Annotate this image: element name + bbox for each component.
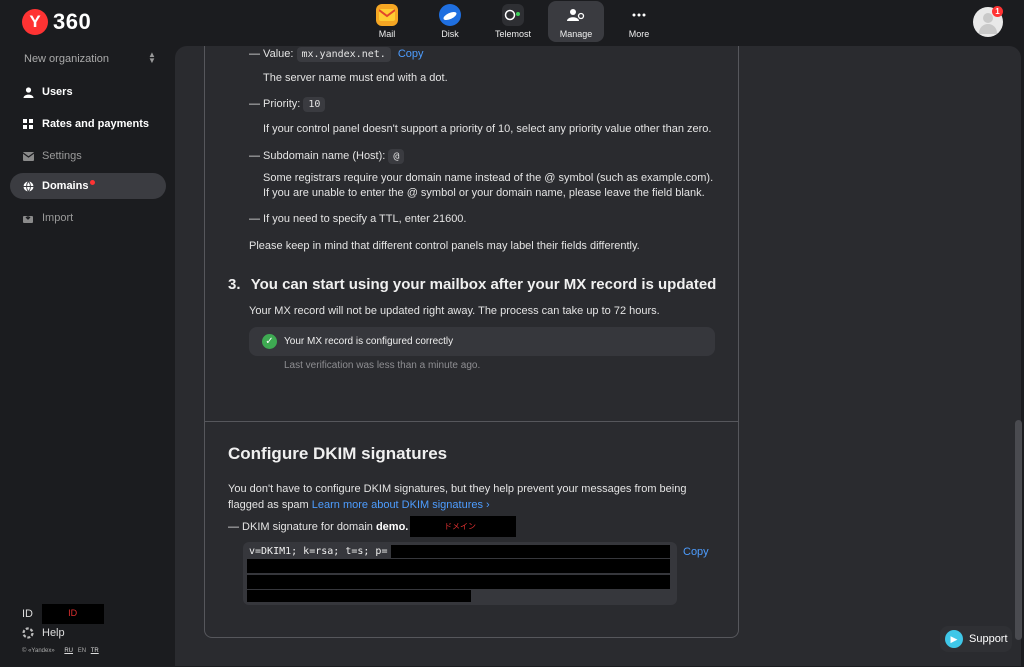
globe-icon: [22, 180, 34, 192]
notification-badge: 1: [992, 6, 1003, 17]
sidebar-item-import[interactable]: Import: [10, 205, 166, 231]
app-telemost-label: Telemost: [494, 29, 531, 39]
lang-ru[interactable]: RU: [64, 648, 73, 654]
mx-value-note: The server name must end with a dot.: [263, 72, 448, 84]
host-note-2: If you are unable to enter the @ symbol …: [263, 187, 705, 199]
manage-icon: [565, 4, 587, 26]
mx-value-label: — Value:: [249, 48, 294, 60]
host-note-1: Some registrars require your domain name…: [263, 172, 714, 184]
chevron-right-icon[interactable]: ›: [486, 499, 490, 511]
unread-dot: [90, 180, 96, 185]
sidebar-item-domains[interactable]: Domains: [10, 173, 166, 199]
app-manage[interactable]: Manage: [548, 1, 604, 42]
copyright: © «Yandex»: [22, 648, 55, 654]
step-3-heading: 3. You can start using your mailbox afte…: [228, 276, 716, 293]
host-row: — Subdomain name (Host): @: [249, 149, 405, 164]
import-icon: [22, 212, 34, 224]
chevron-updown-icon[interactable]: ▲ ▼: [148, 51, 156, 65]
sidebar-item-settings[interactable]: Settings: [10, 143, 166, 169]
dkim-key-redacted-1: [391, 545, 670, 558]
org-id-redacted: ID: [42, 604, 105, 624]
priority-value: 10: [303, 97, 326, 112]
priority-label: — Priority:: [249, 98, 301, 110]
step-number: 3.: [228, 276, 241, 293]
dkim-description-1: You don't have to configure DKIM signatu…: [228, 483, 687, 495]
app-more-label: More: [628, 29, 650, 39]
app-telemost[interactable]: Telemost: [485, 1, 541, 42]
dkim-description-2: flagged as spam Learn more about DKIM si…: [228, 499, 490, 511]
org-switcher-label[interactable]: New organization: [24, 53, 109, 65]
sidebar-item-users[interactable]: Users: [10, 79, 166, 105]
top-bar: Y 360 Mail Disk Telemost Manage More 1: [0, 0, 1024, 46]
learn-more-link[interactable]: Learn more about DKIM signatures: [312, 499, 483, 511]
mx-status-text: Your MX record is configured correctly: [284, 336, 454, 347]
sidebar: New organization ▲ ▼ Users Rates and paym…: [0, 46, 175, 667]
step-description: Your MX record will not be updated right…: [249, 305, 660, 317]
app-manage-label: Manage: [559, 29, 593, 39]
lang-en[interactable]: EN: [78, 648, 86, 654]
dkim-desc-2: flagged as spam: [228, 499, 309, 511]
sidebar-item-label: Users: [42, 86, 73, 98]
yandex-logo-icon: Y: [22, 9, 48, 35]
grid-icon: [22, 118, 34, 130]
dkim-domain-row: — DKIM signature for domain demo.: [228, 521, 408, 533]
sidebar-item-label: Settings: [42, 150, 82, 162]
app-mail[interactable]: Mail: [359, 1, 415, 42]
copy-mx-button[interactable]: Copy: [398, 48, 424, 60]
avatar-head-icon: [983, 13, 993, 23]
app-more[interactable]: More: [611, 1, 667, 42]
dkim-domain-prefix: demo.: [375, 521, 409, 533]
dkim-code-prefix: v=DKIM1; k=rsa; t=s; p=: [249, 546, 388, 557]
scrollbar[interactable]: [1015, 420, 1022, 640]
app-disk-label: Disk: [441, 29, 459, 39]
help-label: Help: [42, 627, 65, 639]
sidebar-item-label: Domains: [42, 180, 89, 192]
org-id-row: ID ID: [22, 604, 105, 624]
avatar-body-icon: [979, 24, 997, 34]
lang-tr[interactable]: TR: [91, 648, 99, 654]
domain-redacted-block: ドメイン: [410, 516, 516, 537]
support-play-icon: ▶: [945, 630, 963, 648]
last-verification: Last verification was less than a minute…: [284, 360, 481, 371]
dkim-key-redacted-2: [247, 559, 670, 573]
ttl-note: — If you need to specify a TTL, enter 21…: [249, 213, 467, 225]
copy-dkim-button[interactable]: Copy: [683, 546, 709, 558]
priority-row: — Priority: 10: [249, 97, 326, 112]
sidebar-item-label: Import: [42, 212, 74, 224]
help-icon: [22, 627, 34, 639]
org-id-value: ID: [68, 608, 78, 618]
app-switcher: Mail Disk Telemost Manage More: [359, 1, 674, 42]
host-label: — Subdomain name (Host):: [249, 150, 386, 162]
footer: © «Yandex» RU EN TR: [22, 648, 99, 654]
app-mail-label: Mail: [378, 29, 396, 39]
dkim-key-redacted-3: [247, 575, 670, 589]
help-link[interactable]: Help: [22, 627, 65, 639]
disk-icon: [439, 4, 461, 26]
mx-value: mx.yandex.net.: [296, 47, 391, 62]
check-icon: ✓: [262, 334, 277, 349]
telemost-icon: [502, 4, 524, 26]
panels-note: Please keep in mind that different contr…: [249, 240, 640, 252]
dkim-domain-label: — DKIM signature for domain: [228, 521, 373, 533]
mx-value-row: — Value: mx.yandex.net. Copy: [249, 47, 424, 62]
support-button[interactable]: ▶ Support: [940, 626, 1012, 652]
sidebar-item-label: Rates and payments: [42, 118, 149, 130]
org-id-label: ID: [22, 607, 33, 620]
dkim-heading: Configure DKIM signatures: [228, 444, 448, 463]
app-disk[interactable]: Disk: [422, 1, 478, 42]
domain-redacted-label: ドメイン: [444, 522, 476, 531]
mail-icon: [376, 4, 398, 26]
host-value: @: [388, 149, 405, 164]
logo-text: 360: [53, 9, 92, 34]
step-title: You can start using your mailbox after y…: [250, 276, 717, 293]
priority-note: If your control panel doesn't support a …: [263, 123, 712, 135]
support-label: Support: [969, 633, 1008, 645]
settings-icon: [22, 150, 34, 162]
sidebar-item-rates[interactable]: Rates and payments: [10, 111, 166, 137]
user-icon: [22, 86, 34, 98]
more-icon: [628, 4, 650, 26]
dkim-key-redacted-4: [247, 590, 471, 602]
yandex-360-logo[interactable]: Y 360: [22, 9, 91, 35]
